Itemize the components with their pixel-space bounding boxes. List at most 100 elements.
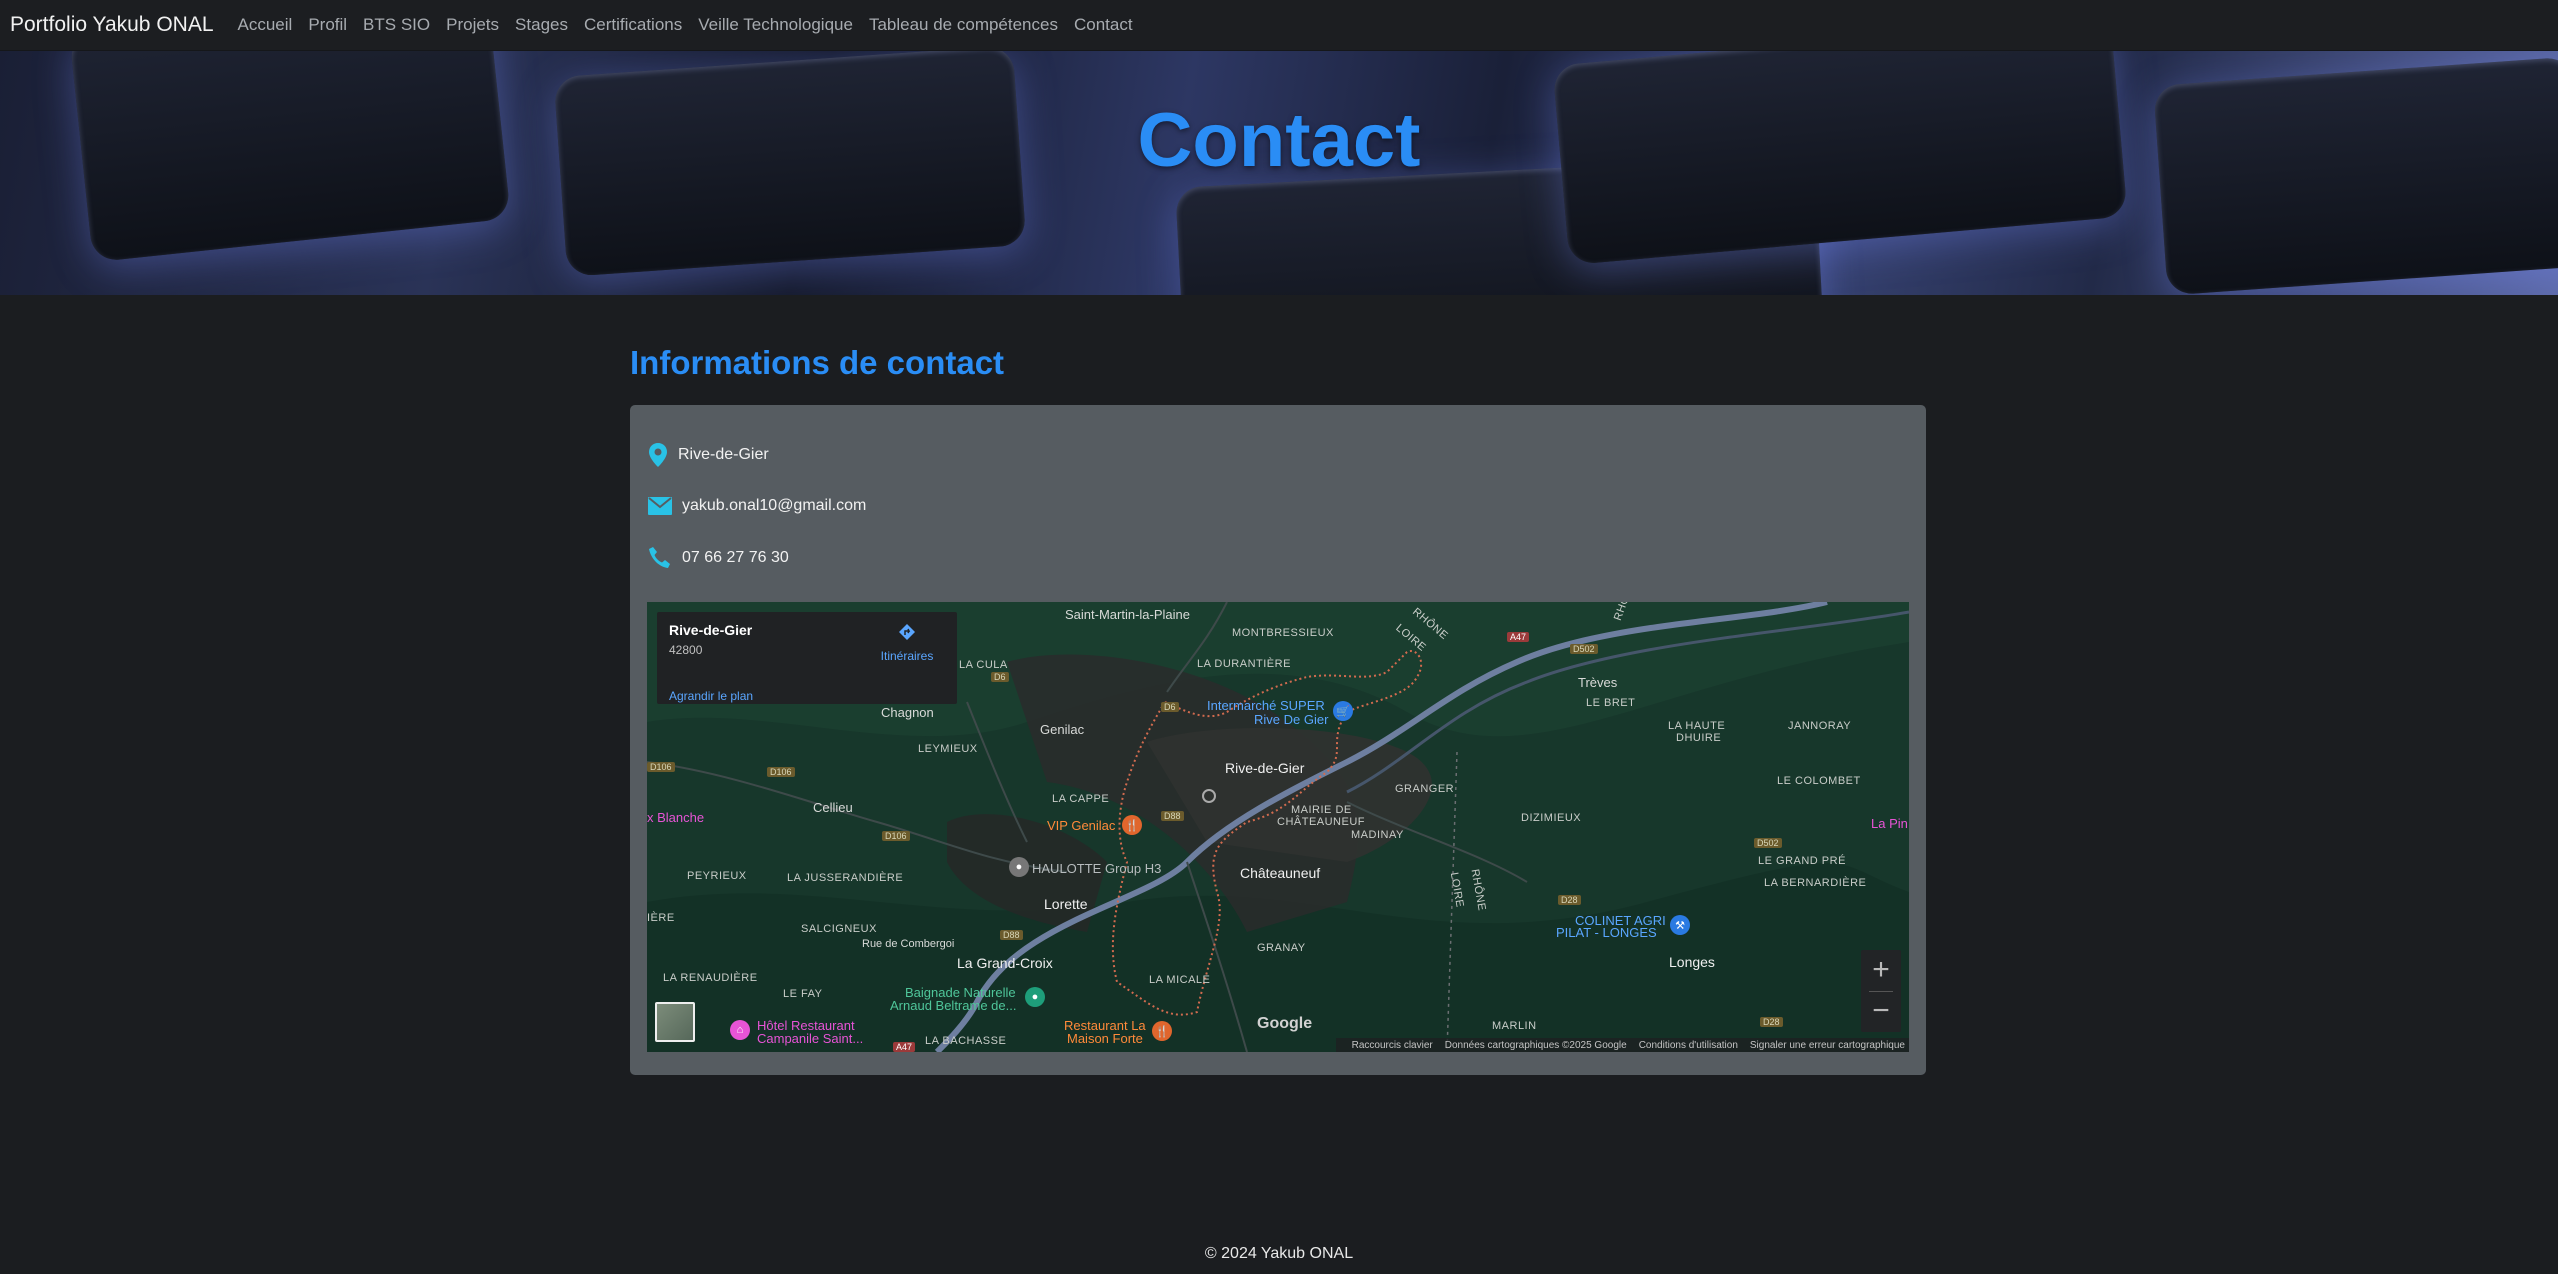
directions-icon xyxy=(899,624,915,640)
contact-card: Rive-de-Gier yakub.onal10@gmail.com 07 6… xyxy=(630,405,1926,1075)
map-label: DIZIMIEUX xyxy=(1521,812,1582,824)
map-label: MARLIN xyxy=(1492,1020,1537,1032)
road-tag: D106 xyxy=(882,831,910,841)
map-label: Saint-Martin-la-Plaine xyxy=(1065,607,1190,622)
zoom-in-button[interactable]: + xyxy=(1861,951,1901,991)
map-label: Chagnon xyxy=(881,705,934,720)
hero-banner: Contact xyxy=(0,51,2558,295)
nav-link-projets[interactable]: Projets xyxy=(446,15,499,35)
map-label: SALCIGNEUX xyxy=(801,923,877,935)
map-label: Intermarché SUPER xyxy=(1207,698,1325,713)
map-data-credit: Données cartographiques ©2025 Google xyxy=(1444,1039,1627,1051)
restaurant-icon[interactable]: 🍴 xyxy=(1152,1021,1172,1041)
road-tag: D88 xyxy=(1161,811,1184,821)
contact-email-row: yakub.onal10@gmail.com xyxy=(648,497,866,515)
map-label: LA DURANTIÈRE xyxy=(1197,658,1291,670)
restaurant-icon[interactable]: 🍴 xyxy=(1122,815,1142,835)
contact-location: Rive-de-Gier xyxy=(678,446,769,463)
map-label: x Blanche xyxy=(647,810,705,825)
transit-icon[interactable] xyxy=(1202,789,1216,803)
nav-link-bts-sio[interactable]: BTS SIO xyxy=(363,15,430,35)
map-label: Longes xyxy=(1669,954,1715,970)
terms-link[interactable]: Conditions d'utilisation xyxy=(1639,1040,1738,1051)
map-label: LA RENAUDIÈRE xyxy=(663,972,758,984)
contact-email[interactable]: yakub.onal10@gmail.com xyxy=(682,497,866,515)
map-label: DHUIRE xyxy=(1676,732,1722,744)
road-tag: D502 xyxy=(1754,838,1782,848)
map-place-postcode: 42800 xyxy=(669,643,703,657)
shop-icon[interactable]: ⚒ xyxy=(1670,915,1690,935)
contact-phone-row: 07 66 27 76 30 xyxy=(648,546,789,570)
map-label: HAULOTTE Group H3 xyxy=(1032,861,1162,876)
map-label: LA CAPPE xyxy=(1052,793,1110,805)
nav-link-veille[interactable]: Veille Technologique xyxy=(698,15,853,35)
map-label: Cellieu xyxy=(813,800,853,815)
map-label: LA CULA xyxy=(959,659,1008,671)
nav-link-contact[interactable]: Contact xyxy=(1074,15,1133,35)
road-tag: D502 xyxy=(1570,644,1598,654)
map-label: LA HAUTE xyxy=(1668,720,1726,732)
phone-icon xyxy=(649,547,670,568)
map-label: Arnaud Beltrame de... xyxy=(890,998,1017,1013)
page-title: Contact xyxy=(1137,98,1421,183)
zoom-out-button[interactable]: − xyxy=(1861,992,1901,1032)
map-label: MAIRIE DE xyxy=(1291,804,1352,816)
map-label: LA BACHASSE xyxy=(925,1035,1007,1047)
enlarge-map-link[interactable]: Agrandir le plan xyxy=(669,689,753,703)
map-label: Châteauneuf xyxy=(1240,865,1321,881)
road-tag: D106 xyxy=(767,767,795,777)
map-label: Lorette xyxy=(1044,896,1088,912)
shopping-cart-icon[interactable]: 🛒 xyxy=(1333,701,1353,721)
nav-link-competences[interactable]: Tableau de compétences xyxy=(869,15,1058,35)
brand-link[interactable]: Portfolio Yakub ONAL xyxy=(10,13,214,37)
road-tag: D106 xyxy=(647,762,675,772)
map-label: LA BERNARDIÈRE xyxy=(1764,877,1867,889)
nav-link-accueil[interactable]: Accueil xyxy=(238,15,293,35)
road-tag: D6 xyxy=(1161,702,1179,712)
report-error-link[interactable]: Signaler une erreur cartographique xyxy=(1750,1040,1905,1051)
envelope-icon xyxy=(648,497,672,515)
nav-link-certifications[interactable]: Certifications xyxy=(584,15,682,35)
map-label: IÈRE xyxy=(647,912,675,924)
directions-button[interactable]: Itinéraires xyxy=(875,622,939,663)
map-label: La Pin xyxy=(1871,816,1908,831)
road-tag: A47 xyxy=(893,1042,916,1052)
map-label: La Grand-Croix xyxy=(957,955,1053,971)
company-icon[interactable]: ● xyxy=(1009,857,1029,877)
copyright-text: © 2024 Yakub ONAL xyxy=(1204,1245,1354,1262)
map-label: LA JUSSERANDIÈRE xyxy=(787,872,904,884)
map-label: LE GRAND PRÉ xyxy=(1758,855,1846,867)
map-label: CHÂTEAUNEUF xyxy=(1277,816,1366,828)
nav-link-stages[interactable]: Stages xyxy=(515,15,568,35)
map-place-card: Rive-de-Gier 42800 Agrandir le plan Itin… xyxy=(657,612,957,704)
road-tag: D6 xyxy=(991,672,1009,682)
map-label: GRANGER xyxy=(1395,783,1455,795)
map-label: Rive De Gier xyxy=(1254,712,1329,727)
google-logo: Google xyxy=(1257,1015,1313,1032)
road-tag: D28 xyxy=(1558,895,1581,905)
road-tag: D88 xyxy=(1000,930,1023,940)
zoom-control: + − xyxy=(1861,950,1901,1032)
contact-location-row: Rive-de-Gier xyxy=(648,443,769,467)
contact-phone[interactable]: 07 66 27 76 30 xyxy=(682,549,789,567)
map-label: PILAT - LONGES xyxy=(1556,925,1657,940)
map-label: Rive-de-Gier xyxy=(1225,760,1305,776)
map-footer: Raccourcis clavier Données cartographiqu… xyxy=(1335,1038,1909,1052)
page-footer: © 2024 Yakub ONAL xyxy=(0,1245,2558,1263)
keyboard-shortcuts-link[interactable]: Raccourcis clavier xyxy=(1352,1040,1433,1051)
contact-section-title: Informations de contact xyxy=(630,344,1005,381)
hotel-icon[interactable]: ⌂ xyxy=(730,1020,750,1040)
map-label: Campanile Saint... xyxy=(757,1031,864,1046)
map-label: LE BRET xyxy=(1586,697,1636,709)
map-label: Rue de Combergoi xyxy=(862,938,955,950)
map-label: VIP Genilac xyxy=(1047,818,1116,833)
map-place-title: Rive-de-Gier xyxy=(669,622,753,638)
nav-link-profil[interactable]: Profil xyxy=(308,15,347,35)
map-layer-toggle[interactable] xyxy=(655,1002,695,1042)
map-pin-icon xyxy=(649,443,667,467)
google-map[interactable]: Rive-de-Gier 42800 Agrandir le plan Itin… xyxy=(647,602,1909,1052)
map-label: LEYMIEUX xyxy=(918,743,978,755)
navbar: Portfolio Yakub ONAL Accueil Profil BTS … xyxy=(0,0,2558,51)
map-label: LA MICALE xyxy=(1149,974,1211,986)
swimming-icon[interactable]: ● xyxy=(1025,987,1045,1007)
